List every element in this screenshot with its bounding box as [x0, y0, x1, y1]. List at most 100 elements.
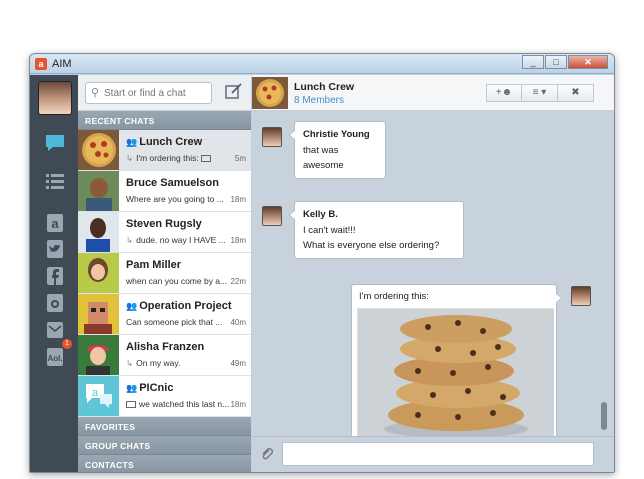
message-text: I'm ordering this: — [359, 291, 429, 302]
avatar — [78, 294, 119, 334]
chat-bubble-icon[interactable] — [44, 133, 66, 153]
paperclip-icon[interactable] — [260, 447, 274, 461]
chat-preview: we watched this last n... — [139, 399, 230, 409]
close-icon: ✖ — [571, 87, 580, 98]
chat-name: Steven Rugsly — [126, 218, 202, 230]
window-title: AIM — [52, 58, 72, 70]
section-favorites[interactable]: FAVORITES — [78, 417, 251, 436]
chat-name: PICnic — [139, 382, 174, 394]
message-text: that was awesome — [303, 145, 344, 171]
svg-text:a: a — [92, 387, 99, 399]
chat-preview: I'm ordering this: — [136, 153, 199, 163]
aim-logo-icon: a — [35, 58, 47, 70]
chat-row-lunch-crew[interactable]: 👥 Lunch Crew ↳ I'm ordering this: 5m — [78, 130, 251, 171]
chat-name: Alisha Franzen — [126, 341, 205, 353]
options-menu-button[interactable]: ≡ ▾ — [522, 84, 558, 102]
add-person-icon: +☻ — [495, 87, 513, 98]
section-group-chats[interactable]: GROUP CHATS — [78, 436, 251, 455]
compose-icon[interactable] — [224, 83, 244, 101]
chat-time: 5m — [234, 154, 246, 163]
chat-time: 40m — [230, 318, 246, 327]
section-recent-chats[interactable]: RECENT CHATS — [78, 111, 251, 130]
chat-name: Pam Miller — [126, 259, 182, 271]
search-field[interactable]: ⚲ — [85, 82, 212, 104]
chat-row-alisha-franzen[interactable]: Alisha Franzen ↳ On my way. 49m — [78, 335, 251, 376]
close-chat-button[interactable]: ✖ — [558, 84, 594, 102]
chat-time: 49m — [230, 359, 246, 368]
avatar — [571, 286, 591, 306]
facebook-icon[interactable] — [44, 266, 66, 286]
message-text: What is everyone else ordering? — [303, 240, 440, 251]
svg-text:Aol.: Aol. — [47, 354, 62, 363]
chat-row-steven-rugsly[interactable]: Steven Rugsly ↳ dude. no way I HAVE ... 1… — [78, 212, 251, 253]
message-sender: Kelly B. — [303, 209, 338, 220]
instagram-icon[interactable] — [44, 293, 66, 313]
cookie-photo[interactable] — [357, 308, 554, 440]
search-input[interactable] — [104, 86, 208, 100]
search-bar: ⚲ — [78, 75, 251, 111]
aim-chat-bubble-icon: a — [78, 376, 119, 416]
members-link[interactable]: 8 Members — [294, 95, 344, 106]
search-icon: ⚲ — [91, 87, 100, 99]
aim-icon[interactable]: a — [44, 213, 66, 233]
message-input[interactable] — [282, 442, 594, 466]
reply-icon: ↳ — [126, 358, 134, 368]
chat-preview: when can you come by a... — [126, 276, 228, 286]
close-button[interactable]: ✕ — [568, 55, 608, 69]
message-sender: Christie Young — [303, 129, 370, 140]
pizza-thumbnail — [78, 130, 119, 170]
chat-name: Lunch Crew — [139, 136, 203, 148]
aim-window: a AIM _ □ ✕ a 1 Aol. ⚲ Start or find a c… — [29, 53, 615, 473]
group-icon: 👥 — [126, 137, 138, 147]
image-icon — [200, 155, 211, 163]
avatar — [78, 253, 119, 293]
chat-list-column: ⚲ RECENT CHATS 👥Lunch Crew ↳I'm ordering… — [78, 75, 251, 472]
avatar — [78, 212, 119, 252]
avatar — [262, 127, 282, 147]
image-icon — [126, 401, 136, 409]
message-list[interactable]: Christie Young that was awesome Kelly B.… — [252, 112, 614, 444]
message-bubble: Christie Young that was awesome — [289, 121, 386, 179]
chat-name: Operation Project — [139, 300, 232, 312]
add-person-button[interactable]: +☻ — [486, 84, 522, 102]
chat-preview: dude. no way I HAVE ... — [136, 235, 226, 245]
title-bar[interactable]: a AIM _ □ ✕ — [30, 54, 614, 74]
chat-time: 18m — [230, 400, 246, 409]
chat-row-pam-miller[interactable]: Pam Miller when can you come by a... 22m — [78, 253, 251, 294]
compose-bar — [252, 436, 614, 472]
message-bubble-self: I'm ordering this: — [351, 284, 562, 444]
chat-time: 22m — [230, 277, 246, 286]
conversation-title: Lunch Crew — [294, 81, 355, 93]
conversation-header: Lunch Crew 8 Members +☻ ≡ ▾ ✖ — [252, 75, 614, 111]
message-bubble: Kelly B. I can't wait!!! What is everyon… — [289, 201, 464, 259]
pizza-thumbnail — [252, 77, 288, 109]
chat-row-bruce-samuelson[interactable]: Bruce Samuelson Where are you going to .… — [78, 171, 251, 212]
chat-row-picnic[interactable]: a 👥 PICnic we watched this last n... 18m — [78, 376, 251, 417]
list-icon[interactable] — [44, 171, 66, 191]
reply-icon: ↳ — [126, 235, 134, 245]
svg-text:a: a — [51, 216, 59, 231]
left-rail: a 1 Aol. — [30, 75, 78, 472]
message-text: I can't wait!!! — [303, 225, 356, 236]
chat-row-operation-project[interactable]: 👥 Operation Project Can someone pick that… — [78, 294, 251, 335]
mail-icon[interactable] — [44, 320, 66, 340]
scrollbar-thumb[interactable] — [601, 402, 607, 430]
cookies-image — [358, 309, 554, 440]
avatar — [78, 171, 119, 211]
reply-icon: ↳ — [126, 153, 134, 163]
my-avatar[interactable] — [38, 81, 72, 115]
section-contacts[interactable]: CONTACTS — [78, 455, 251, 472]
twitter-icon[interactable] — [44, 239, 66, 259]
conversation-pane: Lunch Crew 8 Members +☻ ≡ ▾ ✖ Christie Y… — [252, 75, 614, 472]
chat-preview: Where are you going to ... — [126, 194, 224, 204]
avatar — [262, 206, 282, 226]
minimize-button[interactable]: _ — [522, 55, 544, 69]
chat-time: 18m — [230, 236, 246, 245]
maximize-button[interactable]: □ — [545, 55, 567, 69]
chat-preview: Can someone pick that ... — [126, 317, 223, 327]
aol-icon[interactable]: Aol. — [44, 347, 66, 367]
group-icon: 👥 — [126, 301, 138, 311]
chat-time: 18m — [230, 195, 246, 204]
avatar — [78, 335, 119, 375]
chat-preview: On my way. — [136, 358, 181, 368]
